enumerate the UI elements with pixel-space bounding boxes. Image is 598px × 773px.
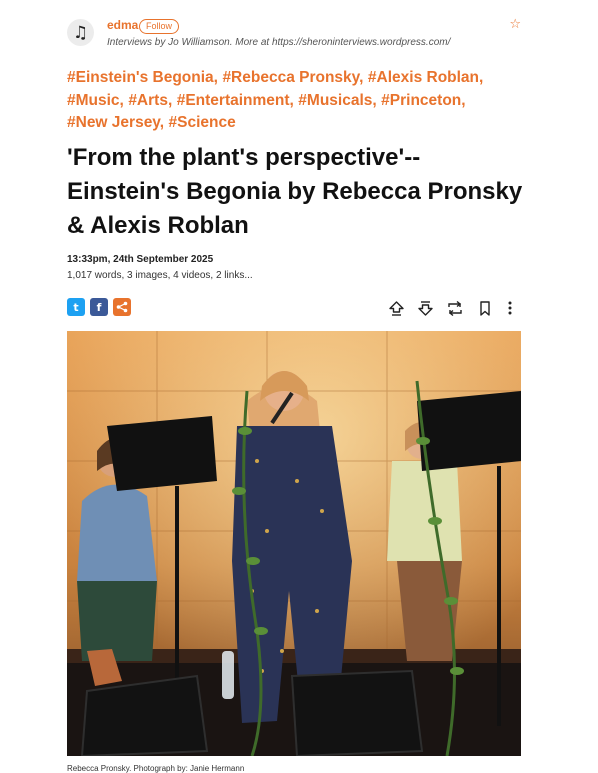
share-icon: [116, 301, 128, 313]
post-date: 13:33pm, 24th September 2025: [67, 254, 214, 265]
post-header: ♫ edma Follow Interviews by Jo Williamso…: [67, 17, 523, 54]
avatar[interactable]: ♫: [67, 19, 94, 46]
follow-button[interactable]: Follow: [139, 19, 180, 34]
author-name[interactable]: edma: [107, 18, 138, 32]
tag-list: #Einstein's Begonia, #Rebecca Pronsky, #…: [67, 67, 497, 135]
tag-link[interactable]: #Princeton,: [381, 92, 465, 109]
concert-photo: [67, 331, 521, 756]
repost-button[interactable]: [445, 298, 465, 318]
post-actions: [386, 298, 518, 318]
music-note-icon: ♫: [72, 22, 89, 43]
tag-link[interactable]: #Rebecca Pronsky,: [222, 69, 363, 86]
tag-link[interactable]: #Musicals,: [298, 92, 376, 109]
more-button[interactable]: [500, 298, 520, 318]
tag-link[interactable]: #Arts,: [128, 92, 172, 109]
facebook-share-button[interactable]: f: [90, 298, 108, 316]
post-photo[interactable]: [67, 331, 521, 756]
repost-icon: [448, 300, 462, 316]
tag-link[interactable]: #New Jersey,: [67, 114, 164, 131]
bookmark-button[interactable]: [475, 298, 495, 318]
post-meta: 13:33pm, 24th September 2025 1,017 words…: [67, 254, 253, 281]
tag-link[interactable]: #Music,: [67, 92, 124, 109]
tag-link[interactable]: #Einstein's Begonia,: [67, 69, 218, 86]
downvote-icon: [417, 300, 433, 316]
twitter-share-button[interactable]: t: [67, 298, 85, 316]
tag-link[interactable]: #Entertainment,: [177, 92, 294, 109]
share-bar: t f: [67, 298, 131, 316]
downvote-button[interactable]: [415, 298, 435, 318]
author-byline: Interviews by Jo Williamson. More at htt…: [107, 37, 451, 48]
upvote-icon: [388, 300, 404, 316]
twitter-icon: t: [73, 300, 79, 314]
post-title: 'From the plant's perspective'--Einstein…: [67, 144, 523, 239]
facebook-icon: f: [96, 300, 102, 314]
more-icon: [508, 301, 512, 315]
upvote-button[interactable]: [386, 298, 406, 318]
star-outline-icon[interactable]: ☆: [509, 17, 521, 32]
tag-link[interactable]: #Science: [169, 114, 236, 131]
bookmark-icon: [480, 300, 490, 316]
tag-link[interactable]: #Alexis Roblan,: [368, 69, 483, 86]
post-counts: 1,017 words, 3 images, 4 videos, 2 links…: [67, 270, 253, 281]
photo-caption: Rebecca Pronsky. Photograph by: Janie He…: [67, 764, 245, 773]
share-button[interactable]: [113, 298, 131, 316]
